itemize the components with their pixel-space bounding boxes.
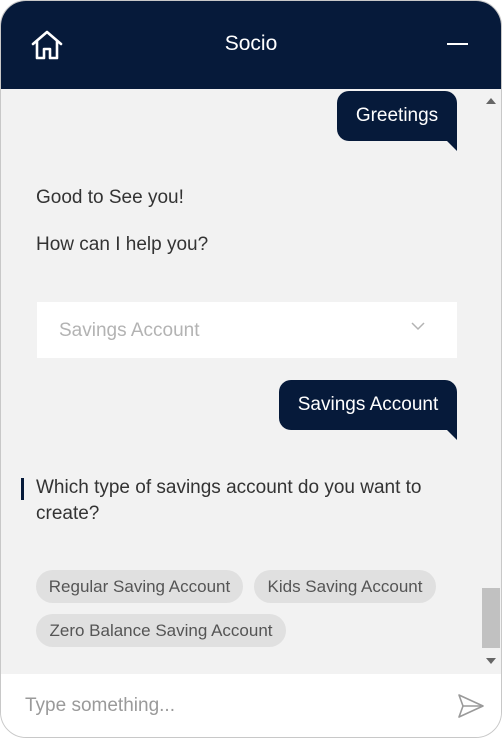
bot-greeting: Good to See you! xyxy=(36,187,184,208)
scroll-up-icon[interactable] xyxy=(486,98,496,104)
chat-header: Socio xyxy=(1,1,501,89)
scroll-down-icon[interactable] xyxy=(486,658,496,664)
question-marker xyxy=(21,478,24,500)
question-text: Which type of savings account do you wan… xyxy=(36,477,422,524)
user-message-text: Savings Account xyxy=(297,394,439,415)
option-regular-saving[interactable]: Regular Saving Account xyxy=(36,570,243,603)
chevron-down-icon xyxy=(411,319,425,333)
minimize-icon[interactable] xyxy=(447,43,468,45)
send-icon[interactable] xyxy=(457,693,485,719)
option-kids-saving[interactable]: Kids Saving Account xyxy=(254,570,436,603)
message-input[interactable] xyxy=(25,692,425,720)
chat-title: Socio xyxy=(224,32,278,55)
bubble-tail xyxy=(447,430,457,440)
user-message-bubble: Greetings xyxy=(337,91,457,151)
dropdown-value: Savings Account xyxy=(59,320,200,341)
account-type-dropdown[interactable]: Savings Account xyxy=(37,302,457,358)
bubble-tail xyxy=(447,141,457,151)
chat-messages: Greetings Good to See you! How can I hel… xyxy=(1,89,501,674)
user-message-bubble: Savings Account xyxy=(279,380,457,440)
chat-window: Socio Greetings Good to See you! How can… xyxy=(0,0,502,738)
option-zero-balance-saving[interactable]: Zero Balance Saving Account xyxy=(36,614,286,647)
message-composer xyxy=(1,674,501,737)
chat-scrollbar[interactable] xyxy=(481,89,501,674)
scrollbar-thumb[interactable] xyxy=(482,588,500,648)
user-message-text: Greetings xyxy=(355,105,439,126)
bot-help-message: How can I help you? xyxy=(36,234,209,255)
